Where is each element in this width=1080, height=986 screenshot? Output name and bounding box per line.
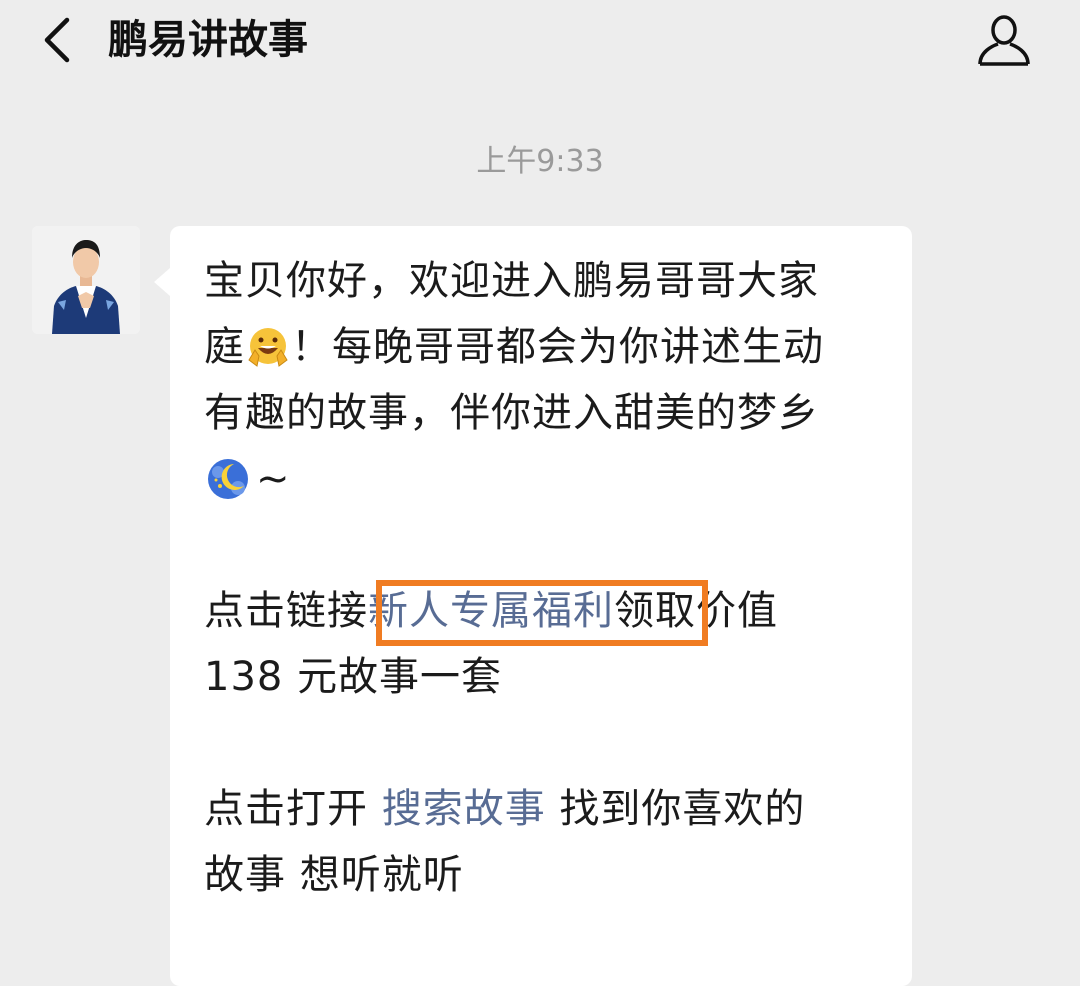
message-text-fragment: ~ <box>256 456 291 502</box>
message-line: 点击打开 搜索故事 找到你喜欢的 <box>204 776 894 842</box>
message-line: 138 元故事一套 <box>204 654 503 700</box>
back-button[interactable] <box>30 14 82 66</box>
profile-button[interactable] <box>970 8 1038 72</box>
search-story-link[interactable]: 搜索故事 <box>382 786 546 832</box>
message-line: 庭 ！每晚哥哥都会为你讲述生动 <box>204 314 894 380</box>
message-text-fragment: 点击链接 <box>204 588 368 634</box>
avatar-image <box>32 226 140 334</box>
message-text-fragment: ！每晚哥哥都会为你讲述生动 <box>291 324 824 370</box>
message-text: 宝贝你好，欢迎进入鹏易哥哥大家 庭 ！每晚哥哥都会为你讲述生动 有趣的故事，伴你进… <box>204 248 894 908</box>
page-title: 鹏易讲故事 <box>108 17 308 63</box>
message-timestamp: 上午9:33 <box>476 144 604 179</box>
message-line: 有趣的故事，伴你进入甜美的梦乡 <box>204 390 819 436</box>
avatar[interactable] <box>32 226 140 334</box>
chevron-left-icon <box>44 17 70 63</box>
message-line: 故事 想听就听 <box>204 852 464 898</box>
message-bubble: 宝贝你好，欢迎进入鹏易哥哥大家 庭 ！每晚哥哥都会为你讲述生动 有趣的故事，伴你进… <box>154 226 912 986</box>
message-text-fragment: 庭 <box>204 324 245 370</box>
message-line: ~ <box>204 446 894 512</box>
highlight-box <box>376 580 708 646</box>
message-text-fragment: 点击打开 <box>204 786 382 832</box>
moon-emoji <box>204 456 256 522</box>
person-icon <box>978 15 1030 66</box>
top-bar: 鹏易讲故事 <box>0 0 1080 100</box>
message-line: 宝贝你好，欢迎进入鹏易哥哥大家 <box>204 258 819 304</box>
message-text-fragment: 找到你喜欢的 <box>545 786 806 832</box>
